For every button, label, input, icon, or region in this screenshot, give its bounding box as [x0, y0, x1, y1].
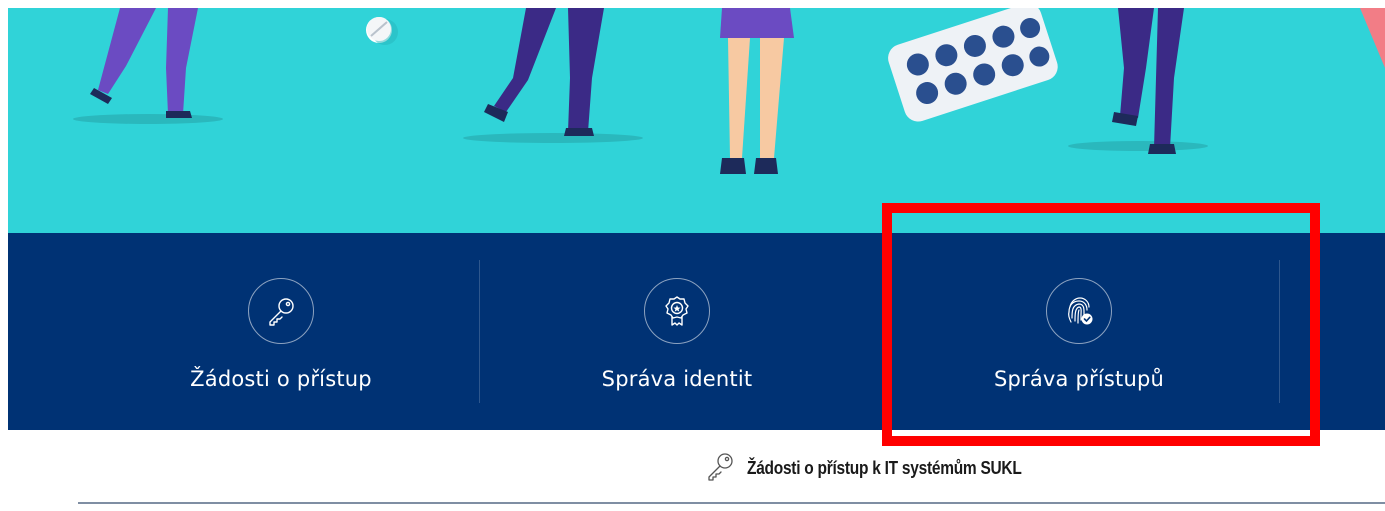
section-heading: Žádosti o přístup k IT systémům SUKL	[703, 450, 1066, 486]
fingerprint-icon	[1046, 278, 1112, 344]
nav-label: Správa identit	[601, 367, 753, 391]
hero-illustration	[73, 8, 1385, 174]
nav-item-identity-management[interactable]: Správa identit	[477, 233, 877, 430]
nav-label: Správa přístupů	[993, 367, 1165, 391]
hero-banner	[8, 8, 1385, 233]
nav-item-access-requests[interactable]: Žádosti o přístup	[81, 233, 481, 430]
badge-icon	[644, 278, 710, 344]
section-title: Žádosti o přístup k IT systémům SUKL	[747, 457, 1022, 478]
key-icon	[248, 278, 314, 344]
key-icon	[703, 449, 737, 487]
nav-divider	[1279, 260, 1280, 403]
section-divider	[78, 502, 1385, 504]
nav-item-access-management[interactable]: Správa přístupů	[879, 233, 1279, 430]
main-navigation: Žádosti o přístup Správa identit Správa …	[8, 233, 1385, 430]
nav-label: Žádosti o přístup	[190, 367, 372, 391]
